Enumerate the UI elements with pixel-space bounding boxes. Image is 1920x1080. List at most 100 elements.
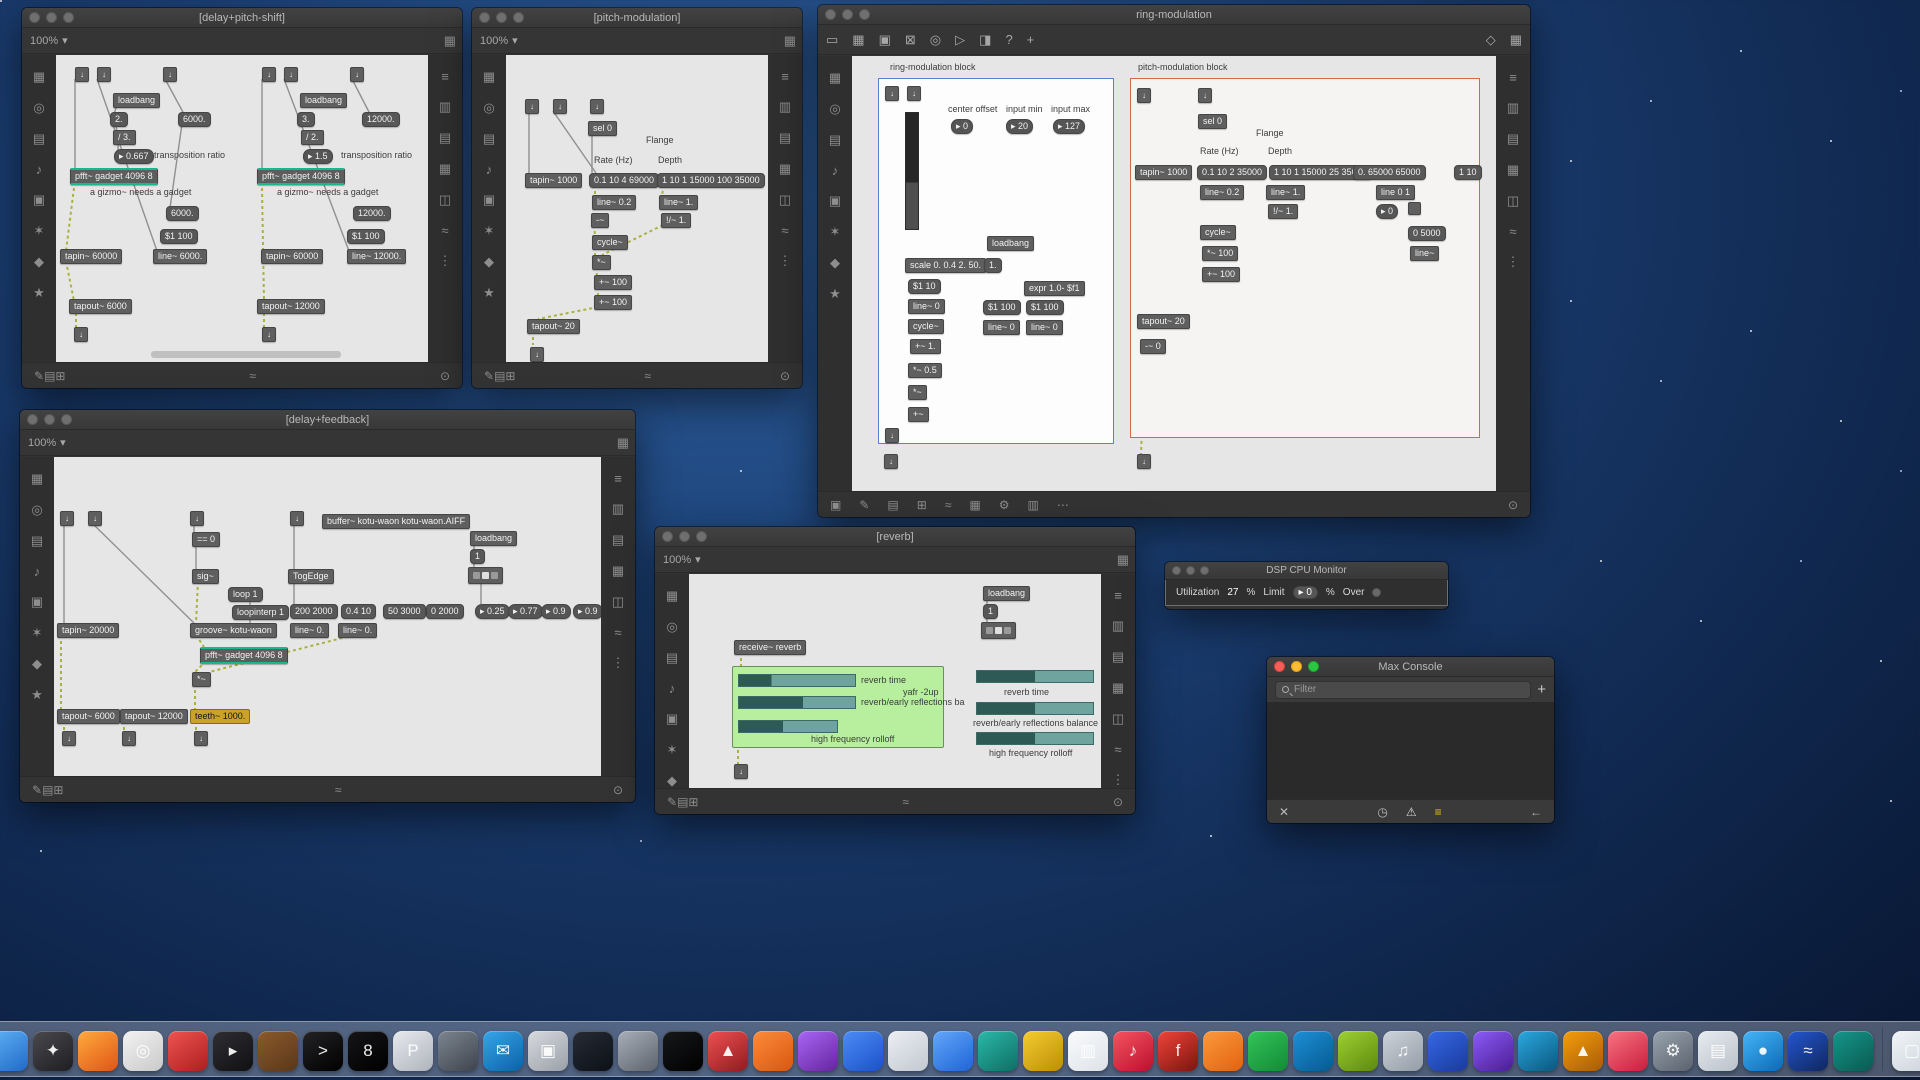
toolbar-icon[interactable]: ✶ — [34, 223, 45, 239]
object-box[interactable]: tapout~ 20 — [1137, 314, 1190, 329]
zoom-level[interactable]: 100% — [480, 35, 508, 47]
toolbar-icon[interactable]: ▥ — [1028, 498, 1039, 512]
object-box[interactable]: / 2. — [301, 130, 324, 145]
toolbar-icon[interactable]: ⋮ — [439, 253, 452, 269]
dock-icon[interactable]: ◎ — [123, 1031, 163, 1071]
toolbar-icon[interactable]: ▣ — [829, 193, 841, 209]
inlet-outlet-box[interactable]: ↓ — [885, 86, 899, 101]
toolbar-icon[interactable]: ▥ — [612, 501, 624, 517]
number-box[interactable]: ▸ 0.25 — [475, 604, 510, 619]
toolbar-icon[interactable]: ♪ — [34, 564, 41, 579]
toolbar-icon[interactable]: ≡ — [1114, 588, 1122, 603]
toolbar-icon[interactable]: ▤ — [42, 783, 53, 797]
object-box[interactable]: line~ 1. — [1266, 185, 1305, 200]
dock-icon[interactable] — [843, 1031, 883, 1071]
dock-icon[interactable]: ♫ — [1383, 1031, 1423, 1071]
message-box[interactable]: 12000. — [353, 206, 391, 221]
toolbar-icon[interactable]: ⊞ — [917, 498, 927, 512]
dock-icon[interactable] — [888, 1031, 928, 1071]
toolbar-icon[interactable]: ✎ — [484, 369, 494, 383]
patcher-canvas[interactable]: ↓↓↓↓== 0sig~loop 1loopinterp 1TogEdgebuf… — [54, 457, 601, 776]
inlet-outlet-box[interactable]: ↓ — [163, 67, 177, 82]
message-box[interactable]: 1 — [983, 604, 998, 619]
object-box[interactable]: loadbang — [987, 236, 1034, 251]
number-box[interactable]: ▸ 1.5 — [303, 149, 333, 164]
dock-icon[interactable] — [1608, 1031, 1648, 1071]
patcher-canvas[interactable]: ↓↓↓sel 0FlangeRate (Hz)Depthtapin~ 10000… — [506, 55, 768, 362]
inlet-outlet-box[interactable]: ↓ — [734, 764, 748, 779]
message-box[interactable]: 3. — [297, 112, 315, 127]
toolbar-icon[interactable]: ⋮ — [1507, 254, 1520, 270]
toolbar-icon[interactable]: ◆ — [667, 773, 677, 789]
history-icon[interactable]: ◷ — [1377, 805, 1387, 819]
toolbar-icon[interactable]: ≈ — [902, 795, 909, 809]
object-box[interactable]: tapout~ 6000 — [57, 709, 120, 724]
dock-icon[interactable] — [618, 1031, 658, 1071]
toolbar-icon[interactable]: ≡ — [441, 69, 449, 84]
pfft-object-box[interactable]: pfft~ gadget 4096 8 — [200, 647, 288, 664]
dock-icon[interactable]: P — [393, 1031, 433, 1071]
toolbar-icon[interactable]: ▤ — [829, 132, 841, 148]
toolbar-icon[interactable]: ◨ — [979, 32, 991, 48]
toolbar-icon[interactable]: ▦ — [31, 471, 43, 487]
toolbar-icon[interactable]: ★ — [829, 286, 841, 302]
toolbar-icon[interactable]: ▣ — [830, 498, 841, 512]
inlet-outlet-box[interactable]: ↓ — [75, 67, 89, 82]
grid-icon[interactable]: ▦ — [784, 33, 794, 49]
toolbar-icon[interactable]: ▤ — [44, 369, 55, 383]
inlet-outlet-box[interactable]: ↓ — [194, 731, 208, 746]
patcher-canvas[interactable]: loadbang1receive~ reverbreverb timeyafr … — [689, 574, 1101, 788]
toolbar-icon[interactable]: ▦ — [1507, 162, 1519, 178]
message-box[interactable]: 1 10 — [1454, 165, 1482, 180]
object-box[interactable]: tapin~ 60000 — [60, 249, 122, 264]
dock-icon[interactable]: > — [303, 1031, 343, 1071]
object-box[interactable]: line~ 12000. — [347, 249, 406, 264]
message-box[interactable]: 0. 65000 65000 — [1353, 165, 1426, 180]
toolbar-icon[interactable]: ◫ — [1507, 193, 1519, 209]
toolbar-icon[interactable]: ⋮ — [779, 253, 792, 269]
titlebar[interactable]: [delay+pitch-shift] — [22, 8, 462, 28]
inlet-outlet-box[interactable]: ↓ — [60, 511, 74, 526]
message-box[interactable]: 0 2000 — [426, 604, 464, 619]
toolbar-icon[interactable]: ▣ — [666, 711, 678, 727]
object-box[interactable]: +~ — [908, 407, 929, 422]
power-icon[interactable]: ⊙ — [1508, 498, 1518, 512]
object-box[interactable]: +~ 100 — [594, 295, 632, 310]
dock-icon[interactable]: ● — [1743, 1031, 1783, 1071]
inlet-outlet-box[interactable]: ↓ — [590, 99, 604, 114]
message-box[interactable]: 1 — [470, 549, 485, 564]
dock-icon[interactable]: ♪ — [1113, 1031, 1153, 1071]
inlet-outlet-box[interactable]: ↓ — [525, 99, 539, 114]
chevron-down-icon[interactable]: ▾ — [60, 436, 66, 449]
toolbar-icon[interactable]: ▦ — [779, 161, 791, 177]
object-box[interactable]: line~ 6000. — [153, 249, 207, 264]
toolbar-icon[interactable]: ▥ — [1507, 100, 1519, 116]
horizontal-slider[interactable] — [738, 696, 856, 709]
toolbar-icon[interactable]: ◎ — [33, 100, 44, 116]
toolbar-icon[interactable]: ≈ — [335, 783, 342, 797]
zoom-window-icon[interactable] — [61, 414, 72, 425]
object-box[interactable]: +~ 1. — [910, 339, 941, 354]
traffic-lights[interactable] — [825, 9, 870, 20]
dock-icon[interactable] — [1023, 1031, 1063, 1071]
inlet-outlet-box[interactable]: ↓ — [884, 454, 898, 469]
dock-icon[interactable] — [753, 1031, 793, 1071]
inlet-outlet-box[interactable]: ↓ — [262, 327, 276, 342]
object-box[interactable]: receive~ reverb — [734, 640, 806, 655]
toolbar-icon[interactable]: ▤ — [483, 131, 495, 147]
toolbar-icon[interactable]: ★ — [31, 687, 43, 703]
back-icon[interactable]: ← — [1530, 805, 1542, 819]
toolbar-icon[interactable]: ▦ — [969, 498, 980, 512]
toolbar-icon[interactable]: ⋮ — [612, 655, 625, 671]
inlet-outlet-box[interactable]: ↓ — [290, 511, 304, 526]
toolbar-icon[interactable]: ◎ — [930, 32, 941, 48]
dock-icon[interactable] — [1473, 1031, 1513, 1071]
dock-icon[interactable]: ▥ — [1068, 1031, 1108, 1071]
close-icon[interactable] — [27, 414, 38, 425]
object-box[interactable]: line~ 0. — [290, 623, 329, 638]
object-box[interactable]: TogEdge — [288, 569, 334, 584]
object-box[interactable]: tapout~ 20 — [527, 319, 580, 334]
chevron-down-icon[interactable]: ▾ — [512, 34, 518, 47]
toolbar-icon[interactable]: ♪ — [486, 162, 493, 177]
dock-icon[interactable] — [1248, 1031, 1288, 1071]
